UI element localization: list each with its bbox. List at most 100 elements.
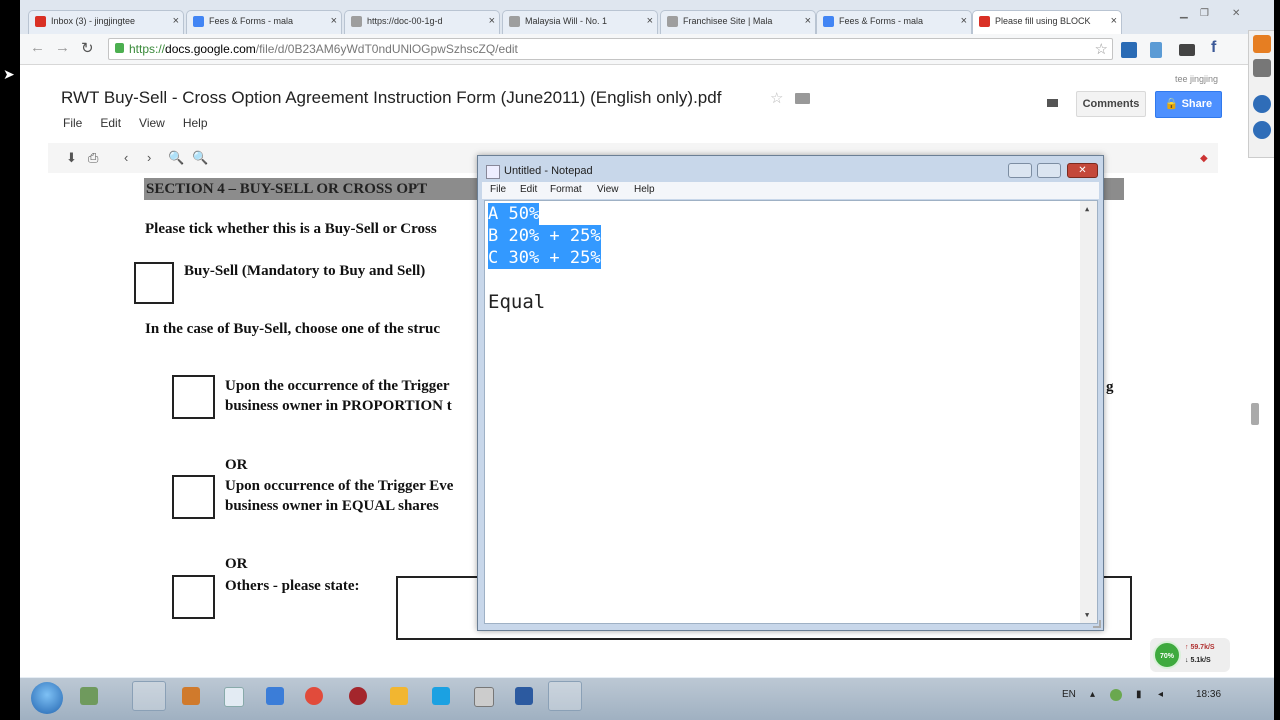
calculator-icon[interactable] <box>474 687 494 707</box>
language-indicator[interactable]: EN <box>1062 689 1076 700</box>
taskbar-explorer-button[interactable] <box>132 681 166 711</box>
menu-help[interactable]: Help <box>634 184 655 195</box>
tab-label: https://doc-00-1g-d <box>367 16 443 26</box>
option1-tail: g <box>1106 379 1114 395</box>
close-icon[interactable]: × <box>489 15 495 27</box>
tab-gmail-inbox[interactable]: Inbox (3) - jingjingtee × <box>28 10 184 34</box>
page-icon <box>667 16 678 27</box>
frame-border-left <box>0 0 20 720</box>
close-icon[interactable]: × <box>331 15 337 27</box>
text-line: C 30% + 25% <box>488 247 601 269</box>
text-line: B 20% + 25% <box>488 225 601 247</box>
url-text[interactable]: https://docs.google.com/file/d/0B23AM6yW… <box>129 42 518 56</box>
close-icon[interactable]: × <box>647 15 653 27</box>
sync-icon[interactable] <box>1253 121 1271 139</box>
checkbox-buy-sell[interactable] <box>134 262 174 304</box>
bookmark-star-icon[interactable]: ☆ <box>1095 40 1108 58</box>
taskbar-notepad-button[interactable] <box>548 681 582 711</box>
network-icon[interactable]: ▮ <box>1136 689 1142 700</box>
share-button[interactable]: 🔒 Share <box>1155 91 1222 118</box>
menu-file[interactable]: File <box>490 184 506 195</box>
menu-file[interactable]: File <box>63 116 82 130</box>
media-player-icon[interactable] <box>182 687 200 705</box>
next-page-icon[interactable]: › <box>147 150 151 165</box>
volume-icon[interactable]: ◂ <box>1158 689 1163 700</box>
restore-icon[interactable]: ❐ <box>1200 8 1209 19</box>
checkbox-equal[interactable] <box>172 475 215 519</box>
url-host: docs.google.com <box>165 42 256 56</box>
app-icon[interactable] <box>349 687 367 705</box>
print-icon[interactable]: ⎙ <box>88 150 98 166</box>
tab-active-pdf[interactable]: Please fill using BLOCK × <box>972 10 1122 34</box>
tab-franchisee-site[interactable]: Franchisee Site | Mala × <box>660 10 816 34</box>
comments-button[interactable]: Comments <box>1076 91 1146 117</box>
notepad-minimize-button[interactable] <box>1008 163 1032 178</box>
option1-line1: Upon the occurrence of the Trigger <box>225 378 450 394</box>
network-meter-gadget: 70% ↑ 59.7k/S ↓ 5.1k/S <box>1150 638 1230 672</box>
close-icon[interactable]: × <box>1111 15 1117 27</box>
option2-line2: business owner in EQUAL shares <box>225 498 439 514</box>
popout-icon[interactable]: ◆ <box>1200 153 1208 164</box>
show-desktop-icon[interactable] <box>80 687 98 705</box>
address-bar[interactable]: https://docs.google.com/file/d/0B23AM6yW… <box>108 38 1113 60</box>
extension-icon[interactable] <box>1179 44 1195 56</box>
skype-icon[interactable] <box>432 687 450 705</box>
notepad-text-area[interactable]: A 50% B 20% + 25% C 30% + 25% Equal ▲ ▼ <box>484 200 1098 624</box>
minimize-icon[interactable]: ▁ <box>1180 8 1188 19</box>
tab-fees-forms[interactable]: Fees & Forms - mala × <box>186 10 342 34</box>
app-icon[interactable] <box>515 687 533 705</box>
mouse-cursor-icon: ➤ <box>3 66 15 82</box>
docs-menubar: File Edit View Help <box>63 116 226 130</box>
reload-icon[interactable]: ↻ <box>81 39 94 57</box>
tab-malaysia-will[interactable]: Malaysia Will - No. 1 × <box>502 10 658 34</box>
checkbox-others[interactable] <box>172 575 215 619</box>
download-icon[interactable]: ⬇ <box>66 150 77 166</box>
app-icon[interactable] <box>1253 59 1271 77</box>
menu-edit[interactable]: Edit <box>100 116 121 130</box>
notepad-icon <box>486 165 500 179</box>
checkbox-proportion[interactable] <box>172 375 215 419</box>
notepad-close-button[interactable]: ✕ <box>1067 163 1098 178</box>
menu-view[interactable]: View <box>597 184 619 195</box>
tray-app-icon[interactable] <box>1110 689 1122 701</box>
chrome-icon[interactable] <box>305 687 323 705</box>
prev-page-icon[interactable]: ‹ <box>124 150 128 165</box>
tray-arrow-icon[interactable]: ▴ <box>1090 689 1095 700</box>
notepad-maximize-button[interactable] <box>1037 163 1061 178</box>
close-window-icon[interactable]: ✕ <box>1232 8 1240 19</box>
window-icon[interactable] <box>224 687 244 707</box>
extension-icon[interactable] <box>1121 42 1137 58</box>
option-buy-sell-label: Buy-Sell (Mandatory to Buy and Sell) <box>184 263 426 279</box>
menu-format[interactable]: Format <box>550 184 582 195</box>
zoom-out-icon[interactable]: 🔍 <box>168 150 184 166</box>
tab-doc-url[interactable]: https://doc-00-1g-d × <box>344 10 500 34</box>
extension-icon[interactable] <box>1150 42 1162 58</box>
close-icon[interactable]: × <box>805 15 811 27</box>
zoom-in-icon[interactable]: 🔍 <box>192 150 208 166</box>
page-scrollbar-thumb[interactable] <box>1251 403 1259 425</box>
skype-icon[interactable] <box>1253 95 1271 113</box>
menu-edit[interactable]: Edit <box>520 184 537 195</box>
app-icon[interactable] <box>390 687 408 705</box>
tab-fees-forms-2[interactable]: Fees & Forms - mala × <box>816 10 972 34</box>
clock[interactable]: 18:36 <box>1196 689 1221 700</box>
ie-icon[interactable] <box>266 687 284 705</box>
close-icon[interactable]: × <box>961 15 967 27</box>
document-title[interactable]: RWT Buy-Sell - Cross Option Agreement In… <box>61 88 721 108</box>
comment-icon[interactable] <box>1047 99 1058 107</box>
notepad-scrollbar[interactable]: ▲ ▼ <box>1080 201 1097 623</box>
scroll-down-icon[interactable]: ▼ <box>1085 611 1089 619</box>
facebook-icon[interactable]: f <box>1211 39 1227 56</box>
scroll-up-icon[interactable]: ▲ <box>1085 205 1089 213</box>
menu-view[interactable]: View <box>139 116 165 130</box>
resize-grip-icon[interactable] <box>1093 620 1101 628</box>
menu-help[interactable]: Help <box>183 116 208 130</box>
close-icon[interactable]: × <box>173 15 179 27</box>
folder-icon[interactable] <box>795 93 810 104</box>
start-button-icon[interactable] <box>31 682 63 714</box>
star-icon[interactable]: ☆ <box>770 89 783 107</box>
mail-icon[interactable] <box>1253 35 1271 53</box>
back-icon[interactable]: ← <box>30 39 45 56</box>
user-account[interactable]: tee jingjing <box>1175 74 1218 84</box>
forward-icon[interactable]: → <box>55 39 70 56</box>
